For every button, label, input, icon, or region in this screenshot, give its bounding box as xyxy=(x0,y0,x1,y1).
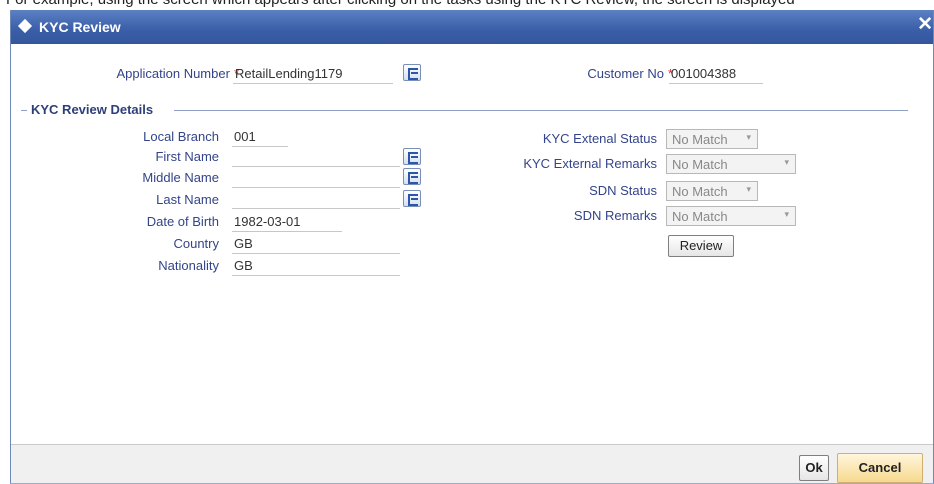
section-dash xyxy=(21,110,27,111)
diamond-icon xyxy=(17,18,33,34)
date-of-birth-label: Date of Birth xyxy=(146,214,219,229)
middle-name-underline xyxy=(232,187,400,188)
last-name-label: Last Name xyxy=(156,192,219,207)
kyc-external-status-select[interactable]: No Match ▾ xyxy=(666,129,758,149)
first-name-lov-icon[interactable] xyxy=(403,148,421,165)
customer-no-label: Customer No * xyxy=(551,66,673,81)
application-number-field[interactable]: RetailLending1179 xyxy=(235,66,342,81)
chevron-down-icon: ▾ xyxy=(784,157,789,167)
window-title: KYC Review xyxy=(39,19,121,35)
nationality-label: Nationality xyxy=(158,258,219,273)
top-caption-strip: For example, using the screen which appe… xyxy=(0,0,934,10)
close-icon[interactable]: ✕ xyxy=(917,15,933,35)
local-branch-field[interactable]: 001 xyxy=(234,129,256,144)
sdn-status-label: SDN Status xyxy=(589,183,657,198)
last-name-field[interactable] xyxy=(234,192,400,209)
middle-name-field[interactable] xyxy=(234,170,400,187)
chevron-down-icon: ▾ xyxy=(784,209,789,219)
sdn-remarks-value: No Match xyxy=(672,209,728,224)
country-label: Country xyxy=(173,236,219,251)
date-of-birth-field[interactable]: 1982-03-01 xyxy=(234,214,301,229)
nationality-underline xyxy=(232,275,400,276)
customer-no-field[interactable]: 001004388 xyxy=(671,66,736,81)
last-name-lov-icon[interactable] xyxy=(403,190,421,207)
middle-name-label: Middle Name xyxy=(142,170,219,185)
cancel-button-label: Cancel xyxy=(858,460,902,475)
first-name-label: First Name xyxy=(155,149,219,164)
kyc-review-window: KYC Review ✕ Application Number * RetailL… xyxy=(10,10,934,484)
middle-name-lov-icon[interactable] xyxy=(403,168,421,185)
customer-no-underline xyxy=(669,83,763,84)
ok-button[interactable]: Ok xyxy=(799,455,829,481)
window-titlebar: KYC Review ✕ xyxy=(11,10,933,44)
local-branch-label: Local Branch xyxy=(143,129,219,144)
last-name-underline xyxy=(232,208,400,209)
country-field[interactable]: GB xyxy=(234,236,253,251)
kyc-external-status-label: KYC Extenal Status xyxy=(542,131,657,146)
date-of-birth-underline xyxy=(232,231,342,232)
sdn-remarks-label: SDN Remarks xyxy=(573,208,657,223)
application-number-underline xyxy=(233,83,393,84)
ok-button-label: Ok xyxy=(805,460,823,475)
first-name-underline xyxy=(232,166,400,167)
top-caption-text: For example, using the screen which appe… xyxy=(6,0,795,8)
local-branch-underline xyxy=(232,146,288,147)
cancel-button[interactable]: Cancel xyxy=(837,453,923,483)
application-number-lov-icon[interactable] xyxy=(403,64,421,81)
section-title: KYC Review Details xyxy=(31,102,154,117)
window-footer: Ok Cancel xyxy=(11,444,933,483)
first-name-field[interactable] xyxy=(234,149,400,166)
kyc-external-remarks-select[interactable]: No Match ▾ xyxy=(666,154,796,174)
chevron-down-icon: ▾ xyxy=(746,132,751,142)
application-number-label: Application Number * xyxy=(71,66,239,81)
review-button-label: Review xyxy=(679,238,723,253)
sdn-status-select[interactable]: No Match ▾ xyxy=(666,181,758,201)
sdn-remarks-select[interactable]: No Match ▾ xyxy=(666,206,796,226)
review-button[interactable]: Review xyxy=(668,235,734,257)
chevron-down-icon: ▾ xyxy=(746,184,751,194)
sdn-status-value: No Match xyxy=(672,184,728,199)
kyc-review-details-section: KYC Review Details xyxy=(11,102,933,118)
kyc-external-remarks-value: No Match xyxy=(672,157,728,172)
country-underline xyxy=(232,253,400,254)
kyc-external-remarks-label: KYC External Remarks xyxy=(523,156,657,171)
customer-no-label-text: Customer No xyxy=(587,66,664,81)
section-rule xyxy=(174,110,908,111)
application-number-label-text: Application Number xyxy=(116,66,230,81)
nationality-field[interactable]: GB xyxy=(234,258,253,273)
kyc-external-status-value: No Match xyxy=(672,132,728,147)
